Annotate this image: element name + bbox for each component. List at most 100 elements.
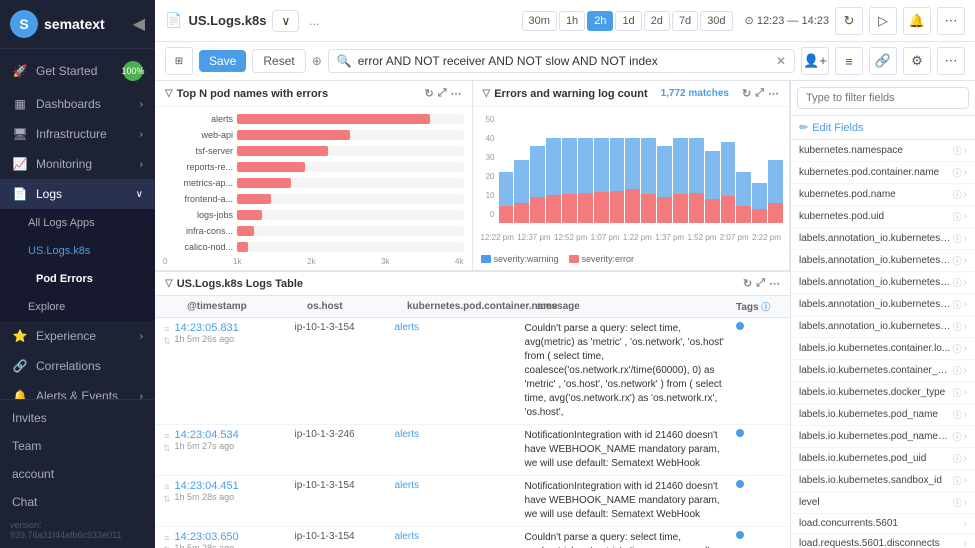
field-arrow-icon: ›: [964, 475, 967, 486]
settings-button[interactable]: ⚙: [903, 47, 931, 75]
field-item[interactable]: kubernetes.pod.name ⓘ ›: [791, 184, 975, 206]
topbar-more-button[interactable]: ...: [305, 14, 323, 28]
sidebar-item-alerts-events[interactable]: 🔔 Alerts & Events ›: [0, 381, 155, 399]
field-item[interactable]: labels.io.kubernetes.container.lo... ⓘ ›: [791, 338, 975, 360]
sidebar-item-infrastructure[interactable]: 🖥 Infrastructure ›: [0, 119, 155, 149]
expand-chart-icon[interactable]: ⤢: [438, 87, 447, 100]
sidebar-item-us-logs-k8s[interactable]: US.Logs.k8s: [0, 237, 155, 265]
field-name: labels.annotation_io.kubernetes_c...: [799, 233, 951, 244]
apps-grid-button[interactable]: ⊞: [165, 47, 193, 75]
sidebar-footer-invites[interactable]: Invites: [0, 404, 155, 432]
sidebar-sub-label: Pod Errors: [36, 273, 93, 285]
field-item[interactable]: kubernetes.pod.container.name ⓘ ›: [791, 162, 975, 184]
sidebar-item-logs[interactable]: 📄 Logs ∨: [0, 179, 155, 209]
row-controls[interactable]: ≡ ⇅: [163, 480, 171, 505]
field-item[interactable]: kubernetes.pod.uid ⓘ ›: [791, 206, 975, 228]
sidebar-item-get-started[interactable]: 🚀 Get Started 100%: [0, 53, 155, 89]
filter-icon[interactable]: ⊕: [312, 54, 322, 68]
search-input[interactable]: [358, 54, 770, 68]
bar-row: logs-jobs: [163, 207, 464, 223]
field-item[interactable]: level ⓘ ›: [791, 492, 975, 514]
time-30d-button[interactable]: 30d: [700, 11, 732, 31]
field-item[interactable]: labels.io.kubernetes.pod_namesp... ⓘ ›: [791, 426, 975, 448]
add-filter-button[interactable]: 👤+: [801, 47, 829, 75]
fields-search-input[interactable]: [797, 87, 969, 109]
play-button[interactable]: ▷: [869, 7, 897, 35]
sidebar-item-all-logs-apps[interactable]: All Logs Apps: [0, 209, 155, 237]
sort-row-icon[interactable]: ⇅: [163, 443, 171, 454]
notifications-button[interactable]: 🔔: [903, 7, 931, 35]
time-30m-button[interactable]: 30m: [522, 11, 557, 31]
expand-row-icon[interactable]: ≡: [164, 324, 169, 334]
more-options-button[interactable]: ⋯: [937, 7, 965, 35]
row-controls[interactable]: ≡ ⇅: [163, 531, 171, 548]
table-row[interactable]: ≡ ⇅ 14:23:03.650 1h 5m 28s ago ip-10-1-3…: [155, 527, 790, 548]
reset-button[interactable]: Reset: [252, 49, 305, 73]
time-2d-button[interactable]: 2d: [644, 11, 670, 31]
expand-ts-icon[interactable]: ⤢: [755, 87, 764, 100]
bar-fill: [237, 194, 271, 204]
sidebar-item-correlations[interactable]: 🔗 Correlations: [0, 351, 155, 381]
field-item[interactable]: labels.annotation_io.kubernetes_p... ⓘ ›: [791, 316, 975, 338]
sidebar-collapse-icon[interactable]: ◀: [133, 14, 145, 34]
field-item[interactable]: labels.annotation_io.kubernetes_c... ⓘ ›: [791, 228, 975, 250]
ts-legend: severity:warning severity:error: [477, 252, 786, 266]
search-clear-button[interactable]: ✕: [776, 54, 786, 68]
more-log-icon[interactable]: ⋯: [769, 277, 780, 290]
field-item[interactable]: labels.annotation_io.kubernetes_c... ⓘ ›: [791, 250, 975, 272]
logo-icon: S: [10, 10, 38, 38]
field-item[interactable]: kubernetes.namespace ⓘ ›: [791, 140, 975, 162]
field-item[interactable]: labels.annotation_io.kubernetes_c... ⓘ ›: [791, 294, 975, 316]
field-item[interactable]: load.requests.5601.disconnects ›: [791, 534, 975, 548]
sidebar-item-explore[interactable]: Explore: [0, 293, 155, 321]
expand-log-icon[interactable]: ⤢: [756, 277, 765, 290]
field-item[interactable]: labels.io.kubernetes.pod_name ⓘ ›: [791, 404, 975, 426]
more-chart-icon[interactable]: ⋯: [451, 87, 462, 100]
time-2h-button[interactable]: 2h: [587, 11, 613, 31]
field-item[interactable]: labels.io.kubernetes.pod_uid ⓘ ›: [791, 448, 975, 470]
field-item[interactable]: load.concurrents.5601 ›: [791, 514, 975, 534]
row-controls[interactable]: ≡ ⇅: [163, 429, 171, 454]
expand-row-icon[interactable]: ≡: [164, 482, 169, 492]
table-row[interactable]: ≡ ⇅ 14:23:04.451 1h 5m 28s ago ip-10-1-3…: [155, 476, 790, 527]
edit-fields-button[interactable]: ✏ Edit Fields: [791, 116, 975, 140]
field-item[interactable]: labels.io.kubernetes.container_na... ⓘ ›: [791, 360, 975, 382]
log-filter-icon: ▽: [165, 278, 173, 289]
time-1d-button[interactable]: 1d: [615, 11, 641, 31]
save-button[interactable]: Save: [199, 50, 246, 72]
sort-row-icon[interactable]: ⇅: [163, 494, 171, 505]
table-row[interactable]: ≡ ⇅ 14:23:04.534 1h 5m 27s ago ip-10-1-3…: [155, 425, 790, 476]
sidebar-footer-account[interactable]: account: [0, 460, 155, 488]
sidebar-item-experience[interactable]: ⭐ Experience ›: [0, 321, 155, 351]
team-label: Team: [12, 439, 41, 453]
y-label-30: 30: [479, 153, 495, 162]
more-ts-icon[interactable]: ⋯: [768, 87, 779, 100]
extra-options-button[interactable]: ⋯: [937, 47, 965, 75]
field-item[interactable]: labels.annotation_io.kubernetes_c... ⓘ ›: [791, 272, 975, 294]
field-item[interactable]: labels.io.kubernetes.sandbox_id ⓘ ›: [791, 470, 975, 492]
refresh-chart-icon[interactable]: ↻: [424, 87, 433, 100]
row-controls[interactable]: ≡ ⇅: [163, 322, 171, 347]
sidebar-item-monitoring[interactable]: 📈 Monitoring ›: [0, 149, 155, 179]
refresh-log-icon[interactable]: ↻: [743, 277, 752, 290]
share-button[interactable]: 🔗: [869, 47, 897, 75]
refresh-ts-icon[interactable]: ↻: [742, 87, 751, 100]
expand-row-icon[interactable]: ≡: [164, 431, 169, 441]
column-selector-button[interactable]: ≡: [835, 47, 863, 75]
expand-row-icon[interactable]: ≡: [164, 533, 169, 543]
field-item[interactable]: labels.io.kubernetes.docker_type ⓘ ›: [791, 382, 975, 404]
table-row[interactable]: ≡ ⇅ 14:23:05.831 1h 5m 26s ago ip-10-1-3…: [155, 318, 790, 425]
sort-row-icon[interactable]: ⇅: [163, 336, 171, 347]
chevron-right-icon: ›: [140, 331, 143, 342]
refresh-button[interactable]: ↻: [835, 7, 863, 35]
sidebar-item-dashboards[interactable]: ▦ Dashboards ›: [0, 89, 155, 119]
sidebar-item-pod-errors[interactable]: Pod Errors: [0, 265, 155, 293]
field-info-icon: ⓘ: [953, 430, 962, 443]
field-info-icon: ⓘ: [953, 452, 962, 465]
time-7d-button[interactable]: 7d: [672, 11, 698, 31]
sidebar-footer-chat[interactable]: Chat: [0, 488, 155, 516]
app-selector[interactable]: ∨: [272, 10, 299, 32]
ts-bar-group: [736, 138, 751, 223]
sidebar-footer-team[interactable]: Team: [0, 432, 155, 460]
time-1h-button[interactable]: 1h: [559, 11, 585, 31]
